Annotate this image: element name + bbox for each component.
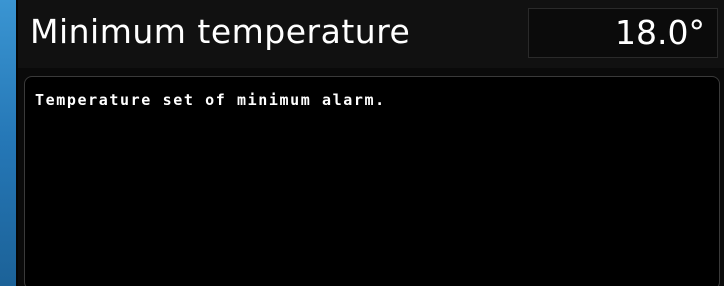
description-text: Temperature set of minimum alarm. bbox=[35, 91, 386, 109]
parameter-header: Minimum temperature 18.0° bbox=[18, 0, 724, 68]
background-edge bbox=[0, 0, 16, 286]
description-box: Temperature set of minimum alarm. bbox=[24, 76, 720, 286]
parameter-value-field[interactable]: 18.0° bbox=[528, 8, 718, 58]
parameter-title: Minimum temperature bbox=[30, 12, 411, 51]
parameter-value: 18.0° bbox=[615, 13, 705, 52]
settings-panel: Minimum temperature 18.0° Temperature se… bbox=[16, 0, 724, 286]
